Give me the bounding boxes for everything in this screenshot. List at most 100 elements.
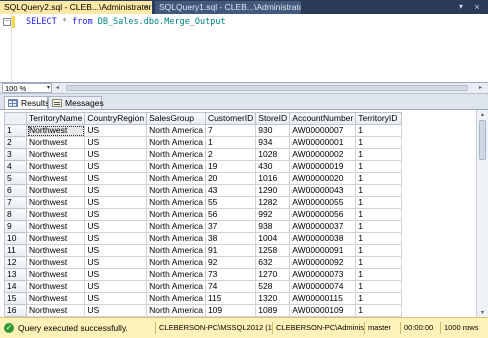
cell-customerid[interactable]: 55	[204, 196, 257, 209]
scroll-left-icon[interactable]: ◂	[56, 84, 59, 91]
cell-territoryname[interactable]: Northwest	[25, 268, 86, 281]
grid-corner[interactable]	[4, 112, 27, 125]
cell-territoryname[interactable]: Northwest	[25, 136, 86, 149]
cell-countryregion[interactable]: US	[84, 268, 148, 281]
cell-territoryid[interactable]: 1	[355, 196, 403, 209]
column-header-customerid[interactable]: CustomerID	[204, 112, 257, 125]
cell-countryregion[interactable]: US	[84, 196, 148, 209]
query-editor[interactable]: − SELECT * from DB_Sales.dbo.Merge_Outpu…	[0, 14, 488, 83]
cell-accountnumber[interactable]: AW00000002	[289, 148, 357, 161]
cell-customerid[interactable]: 91	[204, 244, 257, 257]
cell-accountnumber[interactable]: AW00000001	[289, 136, 357, 149]
sql-statement[interactable]: SELECT * from DB_Sales.dbo.Merge_Output	[26, 17, 226, 27]
table-row[interactable]: 16 Northwest US North America 109 1089 AW00000…	[4, 304, 403, 317]
table-row[interactable]: 2 Northwest US North America 1 934 AW00000001 1	[4, 136, 403, 149]
column-header-territoryid[interactable]: TerritoryID	[355, 112, 403, 125]
cell-salesgroup[interactable]: North America	[146, 172, 206, 185]
cell-territoryid[interactable]: 1	[355, 208, 403, 221]
row-number[interactable]: 9	[4, 220, 27, 233]
cell-storeid[interactable]: 632	[255, 256, 291, 269]
row-number[interactable]: 6	[4, 184, 27, 197]
cell-salesgroup[interactable]: North America	[146, 292, 206, 305]
column-header-salesgroup[interactable]: SalesGroup	[146, 112, 206, 125]
table-row[interactable]: 6 Northwest US North America 43 1290 AW0000004…	[4, 184, 403, 197]
zoom-select[interactable]: 100 % ▾	[2, 83, 52, 93]
cell-storeid[interactable]: 528	[255, 280, 291, 293]
cell-customerid[interactable]: 19	[204, 160, 257, 173]
table-row[interactable]: 3 Northwest US North America 2 1028 AW00000002…	[4, 148, 403, 161]
cell-territoryid[interactable]: 1	[355, 292, 403, 305]
row-number[interactable]: 12	[4, 256, 27, 269]
cell-territoryid[interactable]: 1	[355, 160, 403, 173]
cell-countryregion[interactable]: US	[84, 292, 148, 305]
cell-territoryid[interactable]: 1	[355, 220, 403, 233]
cell-salesgroup[interactable]: North America	[146, 268, 206, 281]
row-number[interactable]: 14	[4, 280, 27, 293]
cell-territoryname[interactable]: Northwest	[25, 160, 86, 173]
close-icon[interactable]: ×	[472, 1, 482, 13]
row-number[interactable]: 8	[4, 208, 27, 221]
cell-accountnumber[interactable]: AW00000092	[289, 256, 357, 269]
cell-salesgroup[interactable]: North America	[146, 160, 206, 173]
column-header-accountnumber[interactable]: AccountNumber	[289, 112, 357, 125]
cell-customerid[interactable]: 56	[204, 208, 257, 221]
cell-accountnumber[interactable]: AW00000007	[289, 124, 357, 137]
cell-countryregion[interactable]: US	[84, 136, 148, 149]
cell-territoryname[interactable]: Northwest	[25, 148, 86, 161]
cell-storeid[interactable]: 938	[255, 220, 291, 233]
cell-territoryname[interactable]: Northwest	[25, 184, 86, 197]
close-icon[interactable]: ×	[144, 1, 149, 14]
cell-storeid[interactable]: 1089	[255, 304, 291, 317]
table-row[interactable]: 10 Northwest US North America 38 1004 AW000000…	[4, 232, 403, 245]
cell-salesgroup[interactable]: North America	[146, 208, 206, 221]
cell-countryregion[interactable]: US	[84, 184, 148, 197]
chevron-down-icon[interactable]: ▾	[456, 1, 466, 13]
cell-territoryname[interactable]: Northwest	[25, 244, 86, 257]
cell-customerid[interactable]: 1	[204, 136, 257, 149]
cell-salesgroup[interactable]: North America	[146, 280, 206, 293]
cell-territoryname[interactable]: Northwest	[25, 292, 86, 305]
cell-territoryname[interactable]: Northwest	[25, 196, 86, 209]
tab-sqlquery2[interactable]: SQLQuery2.sql - CLEB...\Administrator (5…	[0, 1, 152, 14]
collapse-icon[interactable]: −	[3, 18, 11, 26]
cell-accountnumber[interactable]: AW00000109	[289, 304, 357, 317]
cell-salesgroup[interactable]: North America	[146, 304, 206, 317]
cell-countryregion[interactable]: US	[84, 244, 148, 257]
cell-customerid[interactable]: 37	[204, 220, 257, 233]
cell-territoryname[interactable]: Northwest	[25, 172, 86, 185]
cell-storeid[interactable]: 930	[255, 124, 291, 137]
cell-territoryname[interactable]: Northwest	[25, 208, 86, 221]
horizontal-scrollbar-thumb[interactable]	[66, 85, 468, 91]
cell-countryregion[interactable]: US	[84, 256, 148, 269]
cell-accountnumber[interactable]: AW00000019	[289, 160, 357, 173]
cell-accountnumber[interactable]: AW00000037	[289, 220, 357, 233]
row-number[interactable]: 7	[4, 196, 27, 209]
cell-territoryid[interactable]: 1	[355, 184, 403, 197]
cell-storeid[interactable]: 1016	[255, 172, 291, 185]
cell-customerid[interactable]: 38	[204, 232, 257, 245]
cell-accountnumber[interactable]: AW00000056	[289, 208, 357, 221]
cell-customerid[interactable]: 7	[204, 124, 257, 137]
table-row[interactable]: 1 Northwest US North America 7 930 AW00000007 1	[4, 124, 403, 137]
cell-salesgroup[interactable]: North America	[146, 184, 206, 197]
cell-territoryid[interactable]: 1	[355, 148, 403, 161]
cell-customerid[interactable]: 92	[204, 256, 257, 269]
cell-storeid[interactable]: 992	[255, 208, 291, 221]
cell-territoryid[interactable]: 1	[355, 124, 403, 137]
cell-countryregion[interactable]: US	[84, 208, 148, 221]
row-number[interactable]: 2	[4, 136, 27, 149]
cell-territoryid[interactable]: 1	[355, 304, 403, 317]
cell-accountnumber[interactable]: AW00000020	[289, 172, 357, 185]
cell-storeid[interactable]: 1258	[255, 244, 291, 257]
cell-accountnumber[interactable]: AW00000038	[289, 232, 357, 245]
cell-territoryname[interactable]: Northwest	[25, 232, 86, 245]
cell-territoryid[interactable]: 1	[355, 244, 403, 257]
cell-territoryname[interactable]: Northwest	[25, 280, 86, 293]
row-number[interactable]: 15	[4, 292, 27, 305]
cell-countryregion[interactable]: US	[84, 232, 148, 245]
cell-countryregion[interactable]: US	[84, 304, 148, 317]
cell-territoryid[interactable]: 1	[355, 256, 403, 269]
row-number[interactable]: 3	[4, 148, 27, 161]
row-number[interactable]: 16	[4, 304, 27, 317]
cell-customerid[interactable]: 74	[204, 280, 257, 293]
